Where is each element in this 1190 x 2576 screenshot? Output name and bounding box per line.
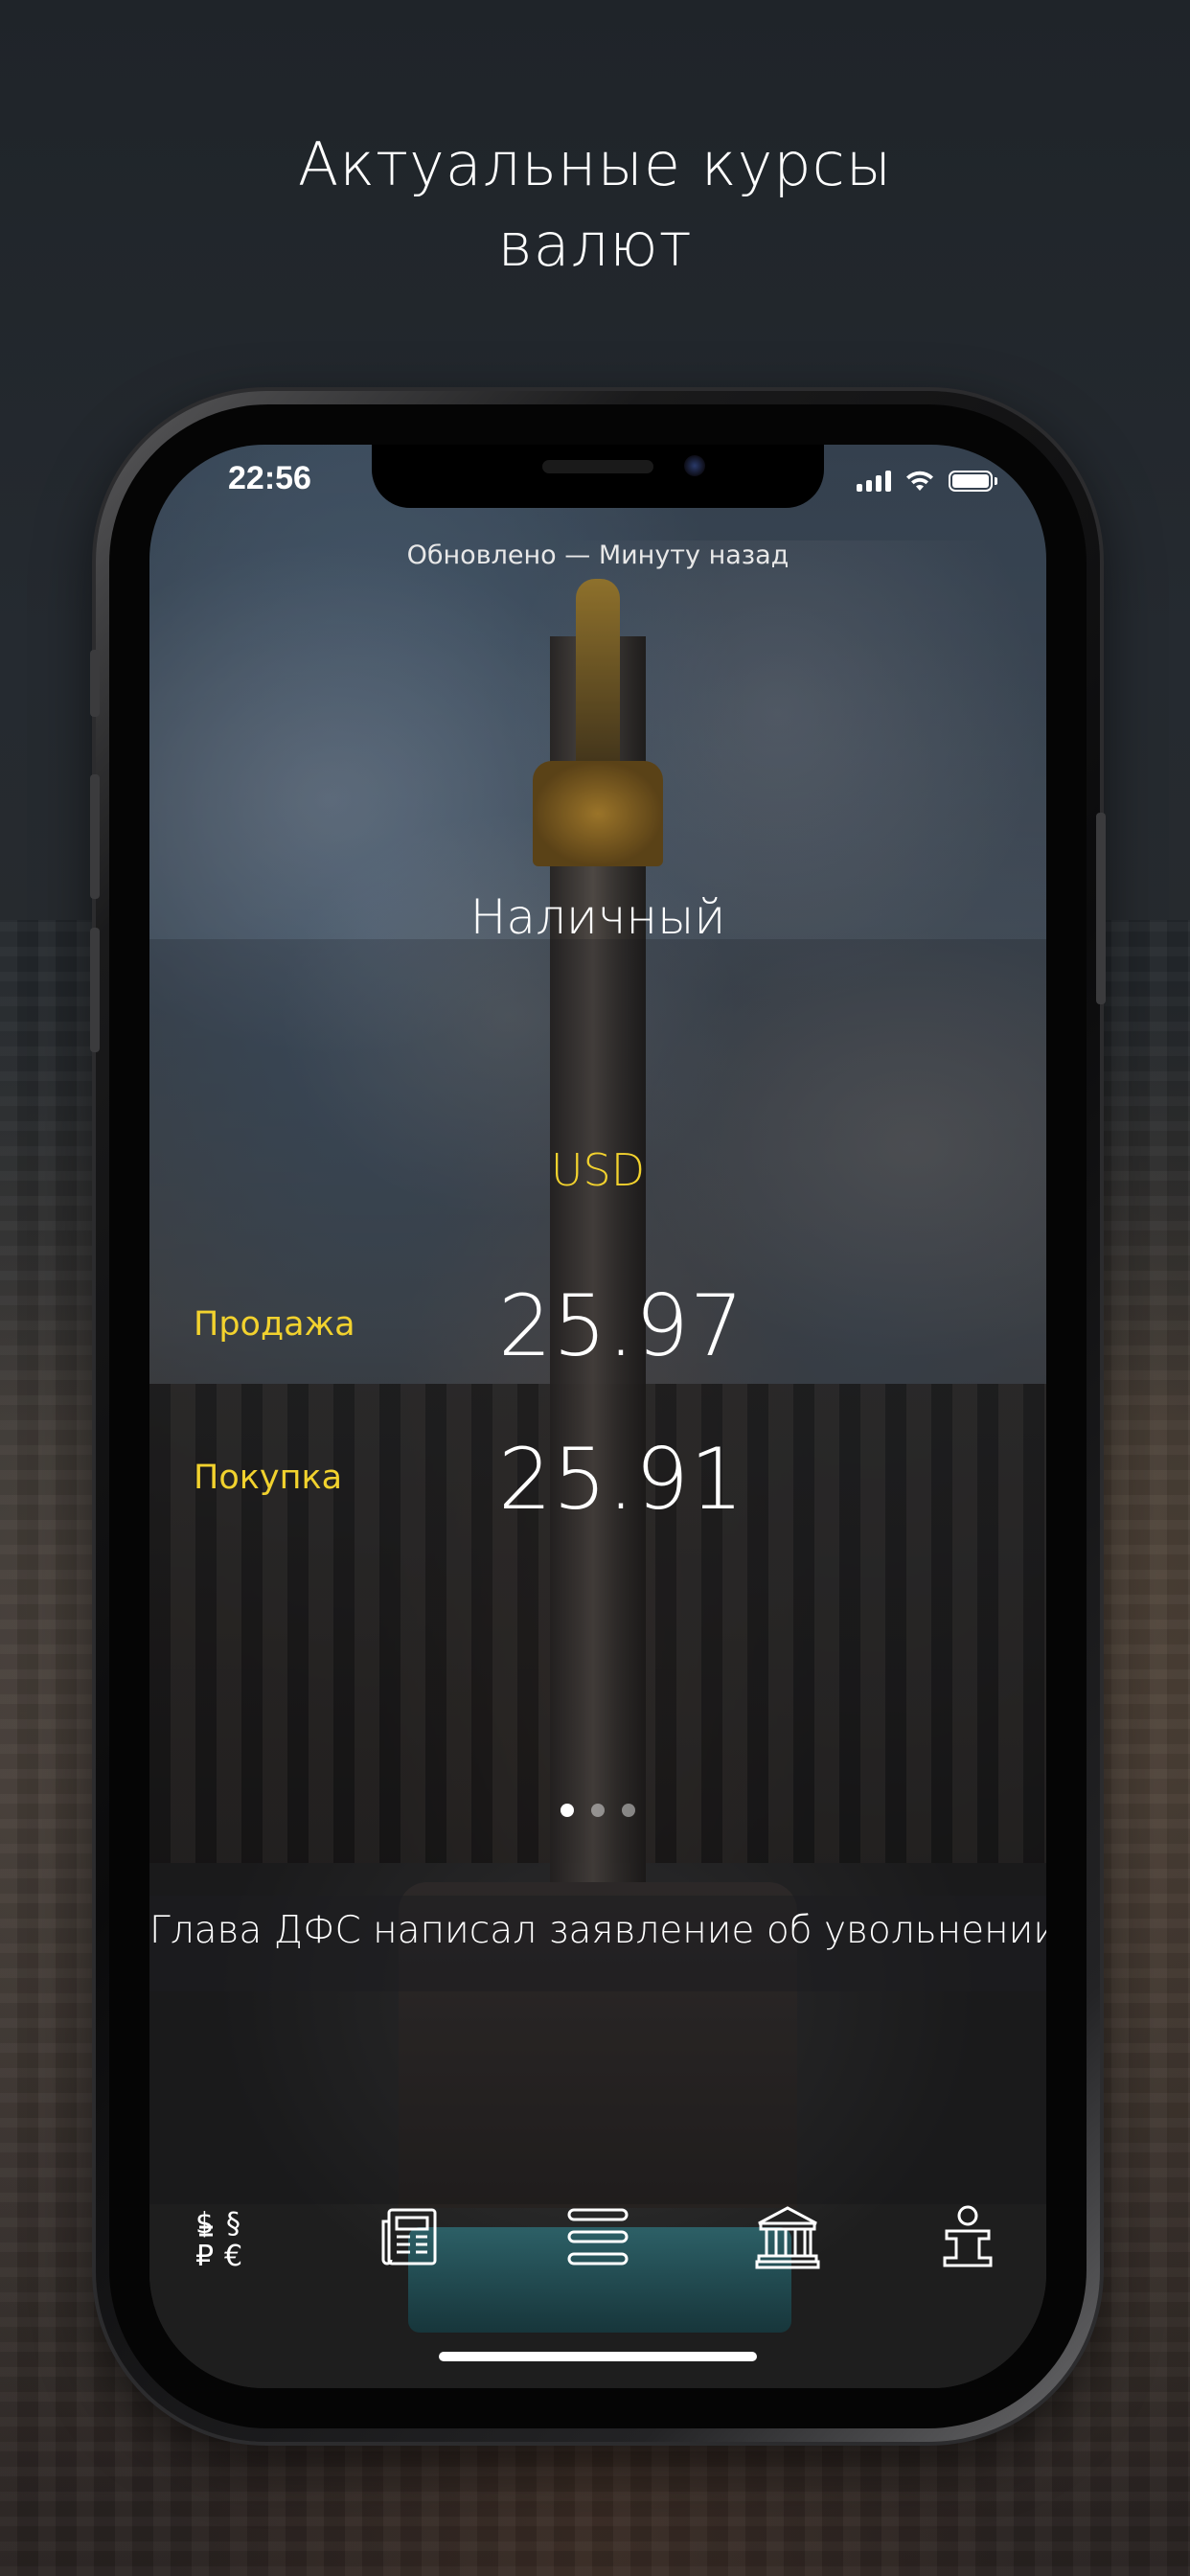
tab-bar: $ § ₽ € <box>149 2198 1046 2285</box>
news-headline[interactable]: Глава ДФС написал заявление об увольнени… <box>149 1909 1046 1952</box>
phone-frame: 22:56 Обновлено — Минуту назад Наличный … <box>90 391 1106 2442</box>
promo-headline: Актуальные курсы валют <box>0 125 1190 286</box>
promo-headline-line1: Актуальные курсы <box>297 129 893 199</box>
earpiece-speaker <box>542 460 653 473</box>
info-icon[interactable] <box>929 2198 1006 2275</box>
page-dot-3[interactable] <box>622 1804 635 1817</box>
front-camera <box>684 455 705 476</box>
sell-value: 25.97 <box>498 1276 744 1375</box>
rates-overlay <box>149 939 1046 2204</box>
svg-text:₽: ₽ <box>195 2240 214 2271</box>
phone-screen: 22:56 Обновлено — Минуту назад Наличный … <box>149 445 1046 2388</box>
page-dot-1[interactable] <box>561 1804 574 1817</box>
buy-label: Покупка <box>194 1459 343 1497</box>
newspaper-icon[interactable] <box>372 2198 448 2275</box>
battery-icon <box>949 471 997 492</box>
svg-text:§: § <box>226 2207 240 2241</box>
updated-status: Обновлено — Минуту назад <box>406 540 790 570</box>
volume-up-button <box>90 774 100 899</box>
home-indicator[interactable] <box>439 2352 757 2361</box>
rate-type-title[interactable]: Наличный <box>149 889 1046 945</box>
notch <box>372 445 824 508</box>
svg-text:€: € <box>224 2240 242 2271</box>
currency-code[interactable]: USD <box>149 1144 1046 1196</box>
cellular-signal-icon <box>857 471 891 492</box>
volume-down-button <box>90 928 100 1052</box>
buy-value: 25.91 <box>498 1430 744 1529</box>
currency-exchange-icon[interactable]: $ § ₽ € <box>188 2198 264 2275</box>
status-time: 22:56 <box>228 460 311 496</box>
bank-icon[interactable] <box>749 2198 826 2275</box>
header-overlay <box>149 445 1046 939</box>
page-indicator[interactable] <box>149 1804 1046 1817</box>
wifi-icon <box>906 471 933 491</box>
svg-text:$: $ <box>195 2207 214 2241</box>
power-button <box>1096 813 1106 1004</box>
promo-headline-line2: валют <box>497 210 693 280</box>
menu-icon[interactable] <box>560 2198 636 2275</box>
mute-switch <box>90 650 100 717</box>
sell-label: Продажа <box>194 1305 355 1344</box>
status-icons <box>857 470 997 493</box>
page-dot-2[interactable] <box>591 1804 605 1817</box>
